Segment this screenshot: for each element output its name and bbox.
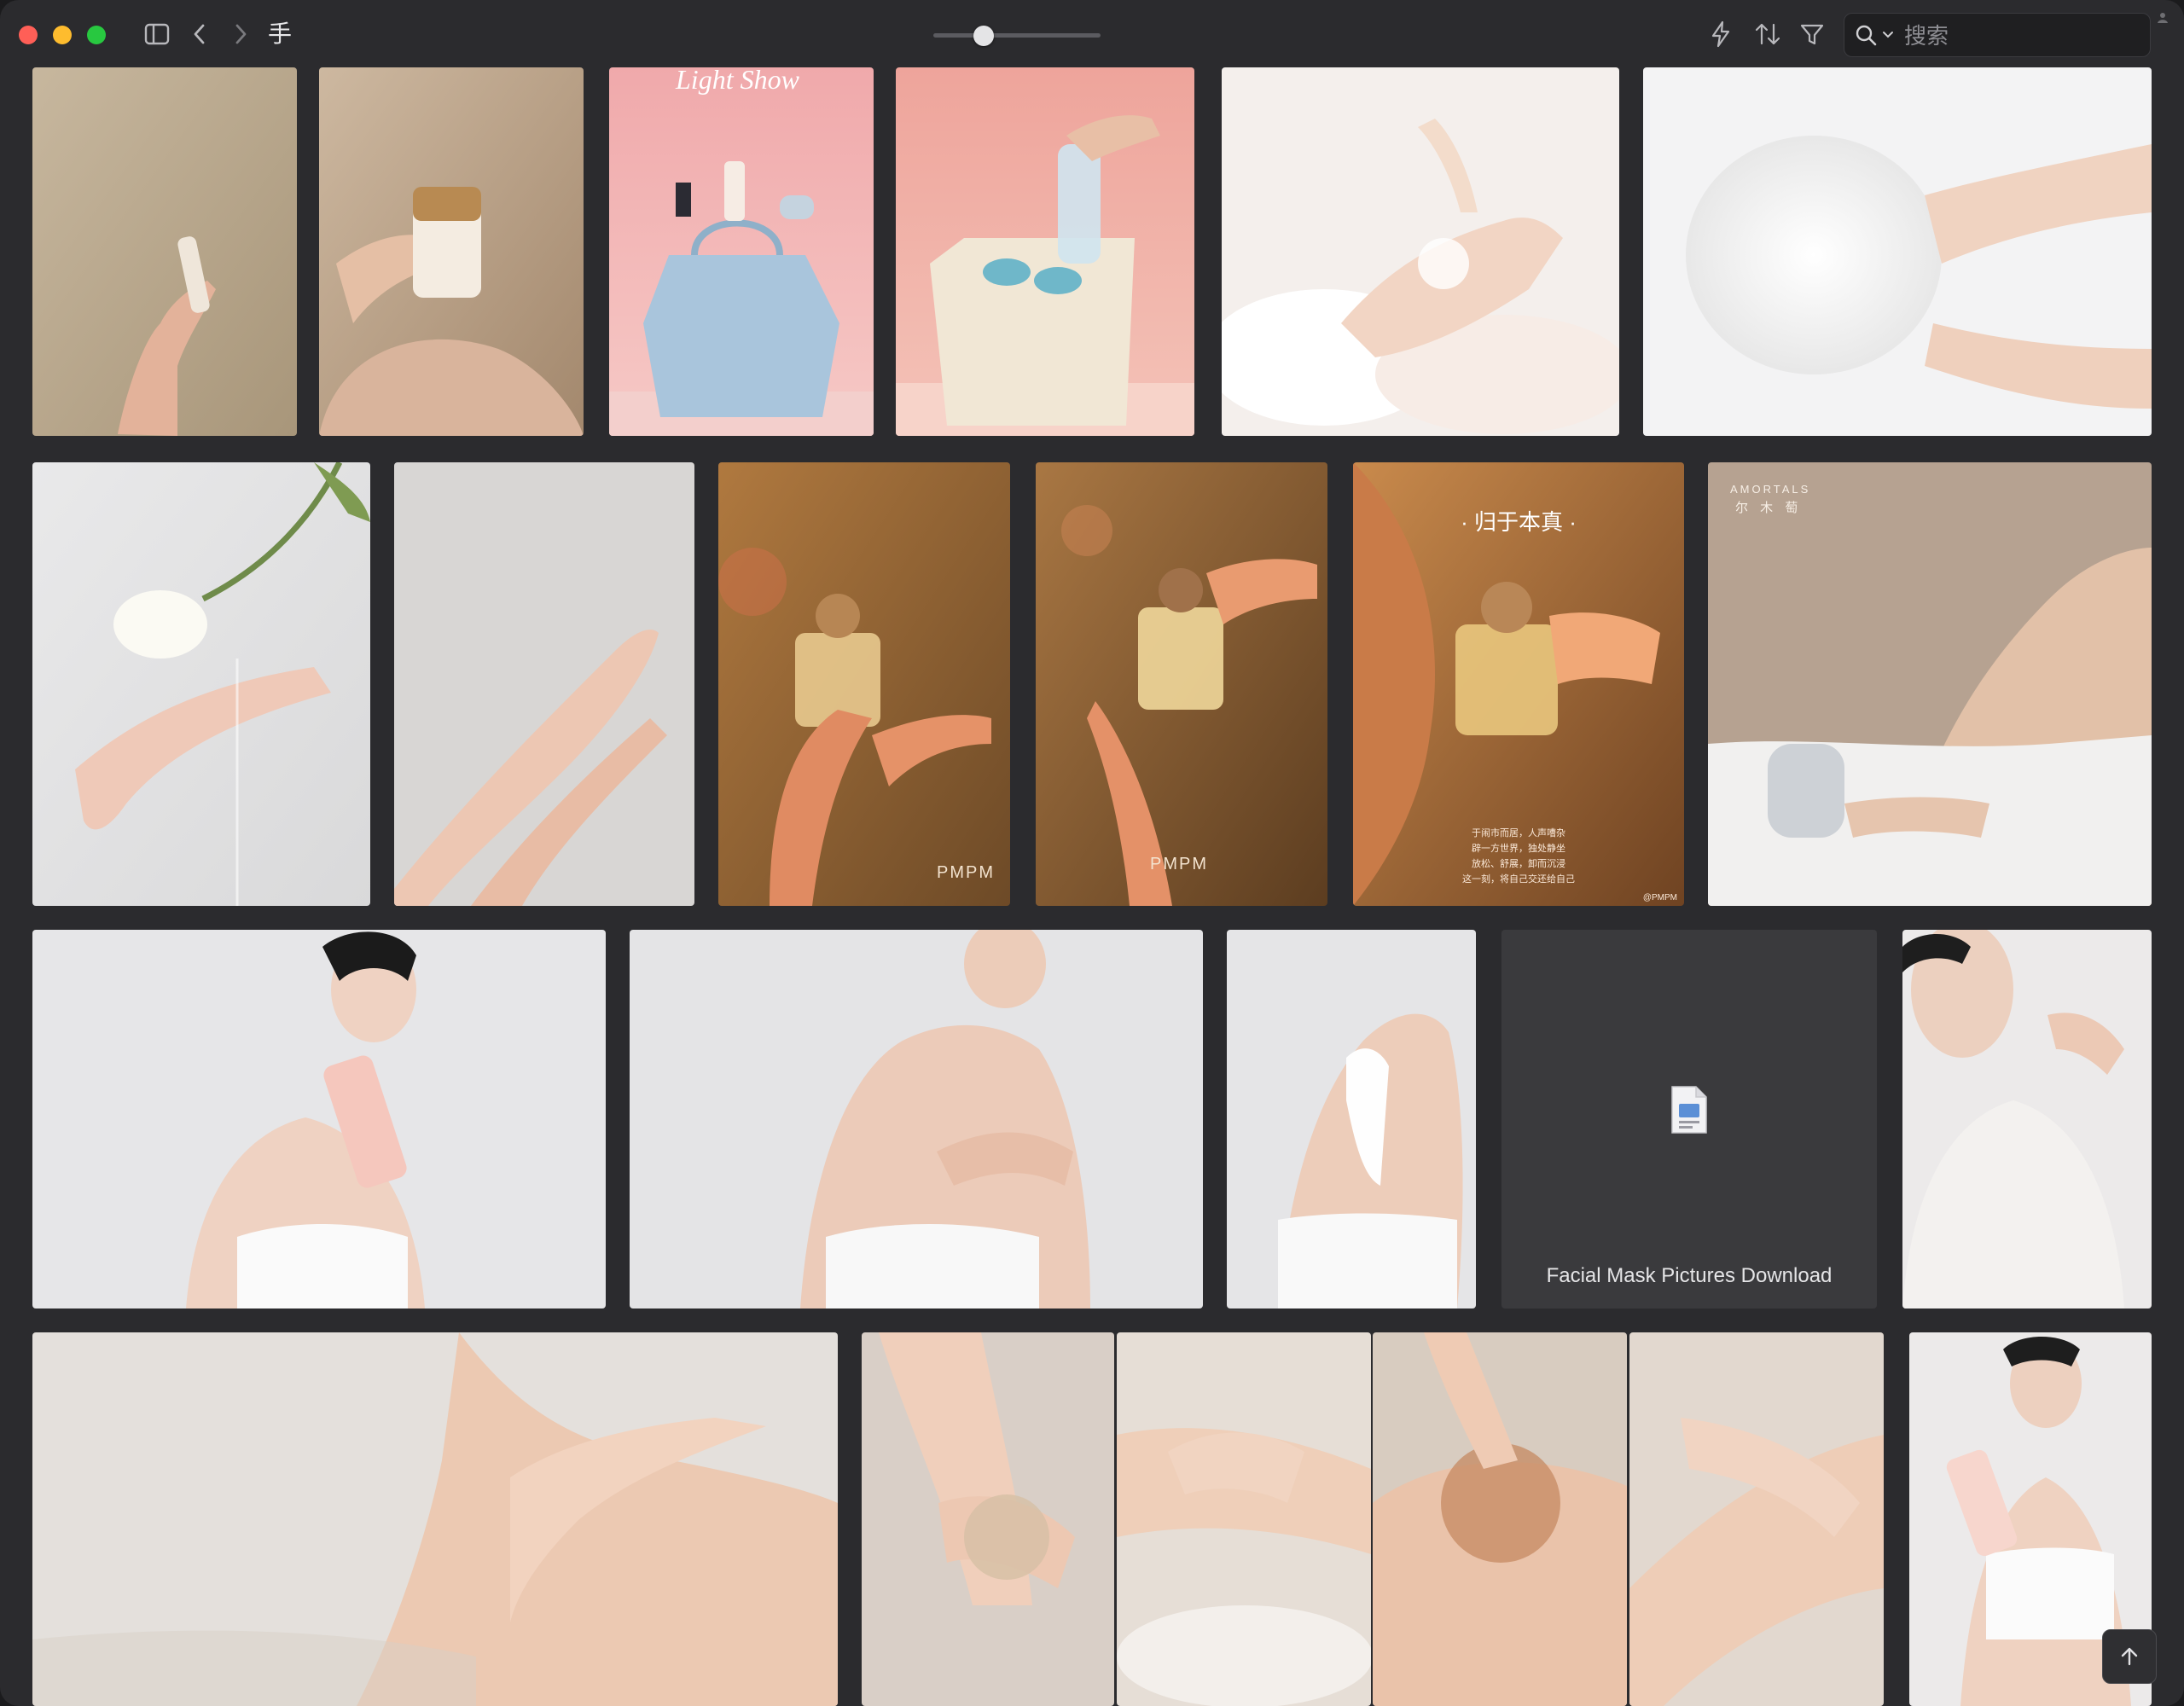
brand-logo: PMPM [1150,855,1208,873]
lightning-icon[interactable] [1705,19,1736,49]
caption-line: 这一刻，将自己交还给自己 [1462,874,1575,885]
image-two-hands-grey[interactable] [394,462,694,906]
arrow-up-icon [2121,1647,2138,1666]
image-hand-bottle-shoulder[interactable] [319,67,584,436]
image-amortals-shoulder[interactable]: AMORTALS 尔 木 萄 [1708,462,2152,906]
caption-line: 放松、舒展，卸而沉浸 [1472,859,1565,869]
brand-logo: AMORTALS [1730,483,1811,496]
zoom-slider[interactable] [933,33,1101,38]
image-foam-hands[interactable] [1222,67,1619,436]
chevron-down-icon[interactable] [1882,31,1894,39]
title-bar: 手 [0,0,2184,68]
image-neck-hand[interactable] [32,1332,838,1706]
zoom-button[interactable] [87,26,106,44]
back-icon[interactable] [184,19,215,49]
document-icon [1671,1086,1707,1134]
document-tile[interactable]: Facial Mask Pictures Download [1502,930,1877,1309]
image-lily-hand[interactable] [32,462,370,906]
browser-window: 手 搜索 Light Show PMPM PMPM · 归于本真 · 于闹市而居… [0,0,2184,1706]
brand-logo: PMPM [937,863,995,882]
search-field[interactable] [1844,13,2151,58]
image-scrub-knee-close[interactable] [1373,1332,1627,1706]
tile-title: Light Show [676,67,799,95]
forward-icon[interactable] [225,19,256,49]
sort-icon[interactable] [1752,19,1783,49]
scroll-to-top-button[interactable] [2102,1629,2157,1684]
caption-line: 于闹市而居，人声嘈杂 [1472,828,1565,838]
tile-heading: · 归于本真 · [1461,509,1577,535]
image-handbag-water[interactable] [896,67,1194,436]
image-foam-ball[interactable] [1643,67,2152,436]
image-back-lotion[interactable] [1227,930,1476,1309]
image-scrub-leg[interactable] [1629,1332,1884,1706]
image-woman-tube-front[interactable] [32,930,606,1309]
image-return-to-truth[interactable]: · 归于本真 · 于闹市而居，人声嘈杂 辟一方世界，独处静坐 放松、舒展，卸而沉… [1353,462,1684,906]
sidebar-toggle-icon[interactable] [142,19,172,49]
account-icon[interactable] [2157,12,2169,24]
image-light-show-bag[interactable]: Light Show [609,67,874,436]
search-input[interactable] [1902,14,2145,58]
minimize-button[interactable] [53,26,72,44]
image-woman-shoulder-back[interactable] [630,930,1203,1309]
watermark: @PMPM [1642,893,1677,902]
close-button[interactable] [19,26,38,44]
brand-logo-cn: 尔 木 萄 [1735,501,1803,515]
zoom-slider-knob[interactable] [973,26,994,46]
filter-icon[interactable] [1797,19,1827,49]
image-woman-side-white[interactable] [1902,930,2152,1309]
image-scrub-knee[interactable] [1117,1332,1371,1706]
image-pmpm-perfume-2[interactable]: PMPM [1036,462,1327,906]
image-hand-lipgloss[interactable] [32,67,297,436]
search-icon [1856,25,1877,46]
image-scrub-hand[interactable] [862,1332,1114,1706]
caption-line: 辟一方世界，独处静坐 [1472,844,1565,854]
document-title: Facial Mask Pictures Download [1546,1264,1833,1287]
window-title: 手 [268,20,293,47]
image-pmpm-perfume-1[interactable]: PMPM [718,462,1010,906]
